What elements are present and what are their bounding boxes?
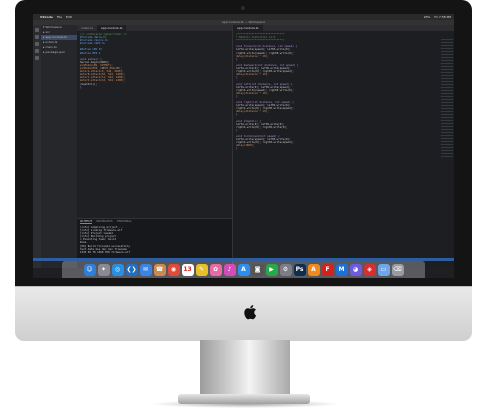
photos-icon[interactable]: ✿	[209, 263, 222, 276]
preferences-icon[interactable]: ⚙	[279, 263, 292, 276]
editor-left[interactable]: index.ts app.module.ts /// <reference typ…	[77, 25, 232, 218]
clock[interactable]: Fri 7:58 PM	[434, 15, 451, 19]
facetime-icon[interactable]: ▶	[265, 263, 278, 276]
files-icon[interactable]	[35, 28, 39, 32]
search-icon[interactable]	[35, 35, 39, 39]
terminal-line: 1234 56 78 1368 558 firmware.elf	[80, 250, 130, 254]
menu-edit[interactable]: Edit	[66, 15, 72, 19]
editor-tab[interactable]: app.module.ts	[96, 25, 127, 31]
terminal-tab[interactable]: TERMINAL	[117, 219, 132, 224]
chrome-icon[interactable]: ◉	[167, 263, 180, 276]
screen: VSCode File Edit 93% Fri 7:58 PM app.mod…	[33, 14, 454, 278]
code-left[interactable]: /// <reference types="node" /> #include <…	[77, 31, 232, 91]
calendar-icon[interactable]: 13	[181, 263, 194, 276]
terminal-tab[interactable]: OUTPUT	[80, 219, 93, 224]
appstore-icon[interactable]: A	[237, 263, 250, 276]
safari-icon[interactable]: ◎	[111, 263, 124, 276]
editor-tab[interactable]: index.ts	[77, 25, 97, 31]
source-control-icon[interactable]	[35, 42, 39, 46]
mail-icon[interactable]: ✉	[139, 263, 152, 276]
minimap[interactable]	[441, 39, 453, 159]
battery-status[interactable]: 93%	[424, 15, 431, 19]
monitor-stand-base	[178, 394, 310, 404]
code-line: }	[236, 147, 238, 151]
debug-icon[interactable]	[35, 49, 39, 53]
trash-icon[interactable]: ⌫	[391, 263, 404, 276]
illustrator-icon[interactable]: A	[307, 263, 320, 276]
contacts-icon[interactable]: ☎	[153, 263, 166, 276]
menu-file[interactable]: File	[57, 15, 62, 19]
dock: ☺ ✦ ◎ ❮❯ ✉ ☎ ◉ 13 ✎ ✿ ♪ A ◙ ▶ ⚙ Ps A F M ◕ ◈ ▭ ⌫	[62, 261, 425, 278]
finder-icon[interactable]: ☺	[83, 263, 96, 276]
activity-bar	[33, 25, 41, 268]
terminal-output: [info] Compiling project ... [info] Linki…	[77, 224, 232, 256]
apple-logo-icon	[241, 302, 259, 322]
code-right[interactable]: /****************************** * Roboti…	[233, 31, 454, 153]
itunes-icon[interactable]: ♪	[223, 263, 236, 276]
terminal-tab[interactable]: PROBLEMS	[96, 219, 112, 224]
editor-right[interactable]: app.module.ts /*************************…	[232, 25, 454, 268]
app-menu[interactable]: VSCode	[40, 15, 53, 19]
tool-icon[interactable]: ◈	[363, 263, 376, 276]
mail2-icon[interactable]: M	[335, 263, 348, 276]
photobooth-icon[interactable]: ◙	[251, 263, 264, 276]
notes-icon[interactable]: ✎	[195, 263, 208, 276]
editor-tab[interactable]: app.module.ts	[233, 25, 263, 31]
acrobat-icon[interactable]: F	[321, 263, 334, 276]
photoshop-icon[interactable]: Ps	[293, 263, 306, 276]
camera-icon	[241, 6, 245, 10]
extensions-icon[interactable]	[35, 56, 39, 60]
explorer-item[interactable]: ▸ package.json	[41, 50, 77, 55]
vscode-icon[interactable]: ❮❯	[125, 263, 138, 276]
discord-icon[interactable]: ◕	[349, 263, 362, 276]
folder-icon[interactable]: ▭	[377, 263, 390, 276]
launchpad-icon[interactable]: ✦	[97, 263, 110, 276]
monitor-stand-neck	[200, 340, 290, 398]
code-line: }	[80, 85, 82, 89]
explorer-panel: ▾ Workspace ▸ src ▸ app.module.ts ▸ inde…	[41, 25, 77, 268]
